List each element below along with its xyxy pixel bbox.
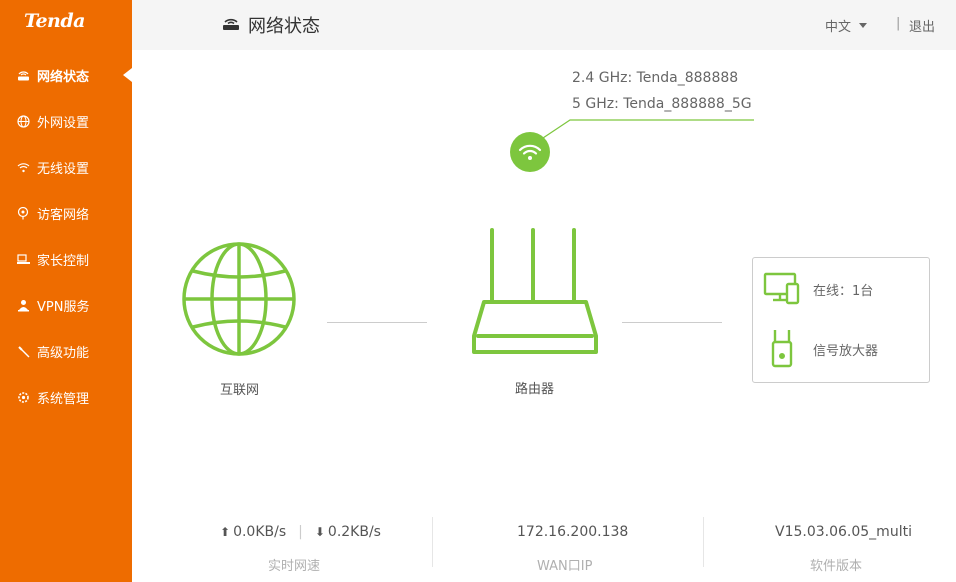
extender-row[interactable]: 信号放大器: [763, 328, 878, 370]
sidebar-item-advanced[interactable]: 高级功能: [0, 336, 132, 366]
firmware-version: V15.03.06.05_multi: [775, 524, 912, 540]
language-select[interactable]: 中文: [825, 16, 868, 35]
sidebar: Tenda 网络状态 外网设置 无线设置 访客网络 家长控制 VPN服务 高级功…: [0, 0, 132, 582]
page-title: 网络状态: [222, 12, 320, 38]
sidebar-item-guest-network[interactable]: 访客网络: [0, 198, 132, 228]
globe-icon: [16, 114, 30, 128]
download-arrow-icon: ⬇: [314, 525, 325, 539]
header-separator: |: [896, 16, 901, 31]
footer-divider: [432, 517, 433, 567]
signal-extender-icon: [771, 330, 793, 368]
top-header: 网络状态 中文 | 退出: [132, 0, 956, 50]
wan-ip-value: 172.16.200.138: [517, 524, 629, 540]
guest-icon: [16, 206, 30, 220]
download-speed: 0.2KB/s: [327, 524, 381, 540]
internet-label: 互联网: [220, 383, 260, 398]
vpn-icon: [16, 299, 30, 312]
devices-icon: [763, 272, 800, 305]
sidebar-item-label: 高级功能: [37, 345, 90, 361]
ssid-2-4ghz: 2.4 GHz: Tenda_888888: [572, 70, 739, 86]
sidebar-item-label: VPN服务: [37, 299, 90, 315]
clients-panel: 在线：1台 信号放大器: [752, 257, 930, 383]
speed-label: 实时网速: [268, 559, 321, 574]
upload-arrow-icon: ⬆: [220, 525, 231, 539]
wifi-connector-line: [540, 119, 754, 141]
sidebar-item-label: 家长控制: [37, 253, 90, 269]
router-icon: [16, 69, 30, 81]
wrench-icon: [16, 345, 30, 358]
app-frame: Tenda 网络状态 外网设置 无线设置 访客网络 家长控制 VPN服务 高级功…: [0, 0, 956, 582]
chevron-down-icon: [859, 23, 868, 28]
speed-separator: |: [298, 524, 303, 540]
sidebar-item-system[interactable]: 系统管理: [0, 382, 132, 412]
wifi-icon: [518, 144, 542, 160]
internet-globe-icon[interactable]: [181, 241, 297, 357]
gear-icon: [16, 391, 30, 404]
connection-line-router-clients: [622, 322, 722, 323]
wifi-icon: [16, 162, 30, 173]
online-devices-row[interactable]: 在线：1台: [763, 272, 873, 306]
sidebar-item-wan-settings[interactable]: 外网设置: [0, 106, 132, 136]
router-icon[interactable]: [470, 226, 600, 358]
sidebar-item-label: 无线设置: [37, 161, 90, 177]
logout-link[interactable]: 退出: [909, 16, 935, 35]
sidebar-item-label: 访客网络: [37, 207, 90, 223]
parental-control-icon: [16, 253, 30, 265]
online-count: 在线：1台: [813, 283, 874, 299]
connection-line-internet-router: [327, 322, 427, 323]
sidebar-item-label: 系统管理: [37, 391, 90, 407]
extender-label: 信号放大器: [813, 343, 879, 359]
sidebar-item-parental-control[interactable]: 家长控制: [0, 244, 132, 274]
footer-divider: [703, 517, 704, 567]
firmware-label: 软件版本: [810, 559, 863, 574]
active-pointer: [123, 68, 132, 82]
ssid-5ghz: 5 GHz: Tenda_888888_5G: [572, 96, 752, 112]
router-label: 路由器: [515, 382, 555, 397]
sidebar-item-label: 外网设置: [37, 115, 90, 131]
sidebar-item-network-status[interactable]: 网络状态: [0, 60, 132, 90]
wan-ip-label: WAN口IP: [537, 559, 593, 574]
sidebar-item-label: 网络状态: [37, 69, 90, 85]
router-icon: [222, 15, 240, 36]
sidebar-item-vpn[interactable]: VPN服务: [0, 290, 132, 320]
upload-speed: 0.0KB/s: [233, 524, 287, 540]
realtime-speed: ⬆ 0.0KB/s | ⬇ 0.2KB/s: [220, 524, 381, 540]
tenda-logo: Tenda: [24, 10, 85, 32]
wifi-status-button[interactable]: [510, 132, 550, 172]
sidebar-item-wireless-settings[interactable]: 无线设置: [0, 152, 132, 182]
